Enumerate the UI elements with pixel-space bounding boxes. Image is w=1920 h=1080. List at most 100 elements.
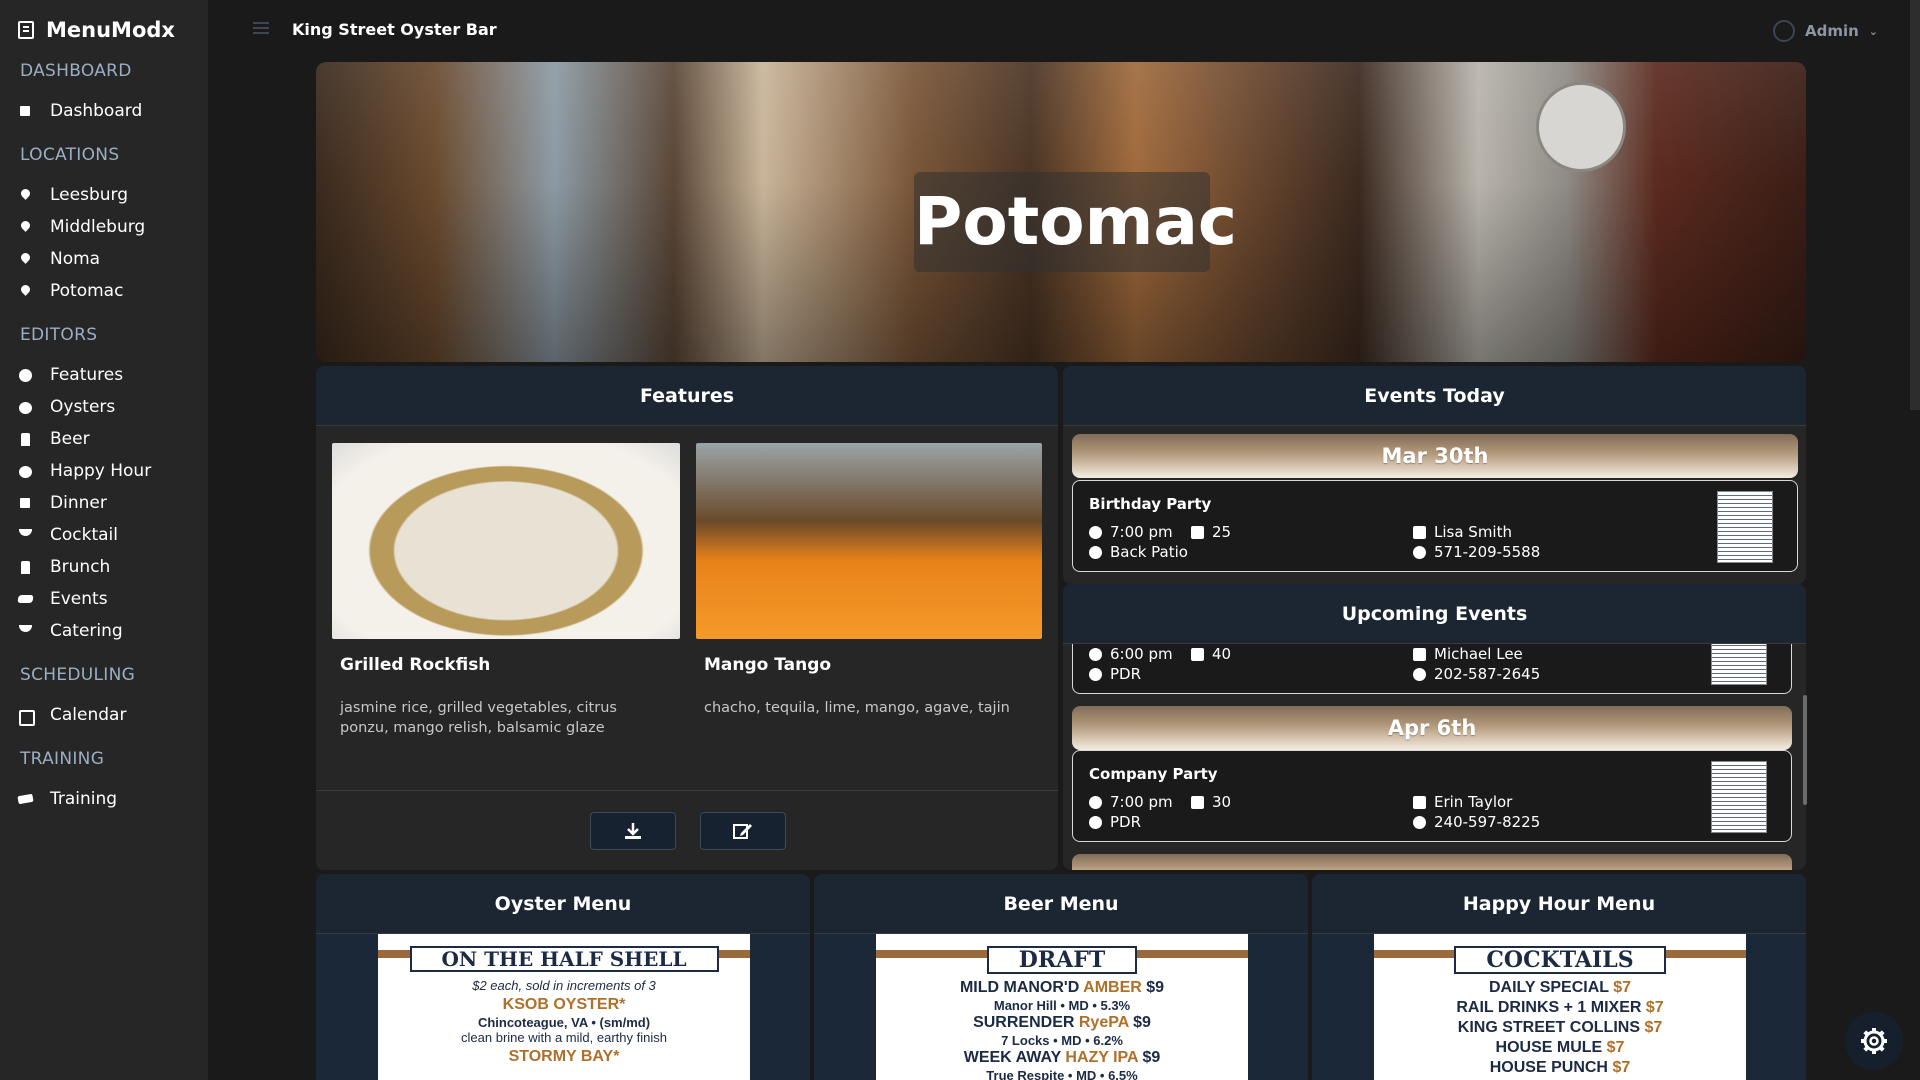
oyster-icon: [17, 399, 34, 416]
section-dashboard: DASHBOARD: [20, 61, 132, 81]
event-name: Birthday Party: [1089, 495, 1212, 513]
event-guests: 30: [1212, 793, 1232, 811]
users-icon: [1191, 647, 1204, 661]
sidebar-item-label: Cocktail: [50, 525, 118, 545]
beer-menu-document: DRAFT MILD MANOR'D AMBER $9 Manor Hill •…: [876, 934, 1248, 1080]
page-scrollbar[interactable]: [1910, 0, 1920, 410]
sidebar-item-label: Training: [50, 789, 118, 809]
sidebar-item-label: Potomac: [50, 281, 124, 301]
event-menu-thumbnail[interactable]: [1711, 761, 1767, 833]
brand[interactable]: MenuModx: [18, 16, 175, 44]
event-time: 7:00 pm: [1110, 793, 1173, 811]
catering-icon: [17, 623, 34, 640]
contact-icon: [1413, 525, 1426, 539]
cocktail-icon: [17, 527, 34, 544]
map-pin-icon: [17, 187, 34, 204]
feature-name: Grilled Rockfish: [340, 655, 491, 675]
beer-menu-preview[interactable]: DRAFT MILD MANOR'D AMBER $9 Manor Hill •…: [814, 934, 1308, 1080]
dashboard-icon: [17, 103, 34, 120]
phone-icon: [1413, 815, 1426, 829]
sidebar-item-brunch[interactable]: Brunch: [17, 554, 110, 580]
event-date-band-partial: [1072, 854, 1792, 870]
section-editors: EDITORS: [20, 325, 98, 345]
event-date-band: Apr 6th: [1072, 706, 1792, 750]
sidebar-item-oysters[interactable]: Oysters: [17, 394, 115, 420]
feature-image-mango-tango: [696, 443, 1042, 639]
menu-line: Manor Hill • MD • 5.3%: [993, 998, 1131, 1013]
sidebar-item-events[interactable]: Events: [17, 586, 108, 612]
event-card[interactable]: Birthday Party 7:00 pm 25 Back Patio Lis…: [1072, 480, 1798, 572]
brunch-icon: [17, 559, 34, 576]
edit-icon: [733, 824, 752, 839]
menu-line: HOUSE PUNCH $7: [1489, 1059, 1631, 1076]
beer-menu-panel: Beer Menu DRAFT MILD MANOR'D AMBER $9 Ma…: [814, 874, 1308, 1080]
upcoming-events-header: Upcoming Events: [1063, 584, 1806, 644]
event-menu-thumbnail[interactable]: [1711, 644, 1767, 685]
sidebar-item-middleburg[interactable]: Middleburg: [17, 214, 145, 240]
menu-line: KSOB OYSTER*: [502, 996, 626, 1013]
feature-description: chacho, tequila, lime, mango, agave, taj…: [704, 700, 1010, 716]
event-location: PDR: [1110, 665, 1142, 683]
upcoming-events-scroll[interactable]: 6:00 pm 40 PDR Michael Lee 202-587-2645 …: [1066, 644, 1802, 870]
sidebar-item-calendar[interactable]: Calendar: [17, 702, 126, 728]
sidebar-item-potomac[interactable]: Potomac: [17, 278, 123, 304]
event-menu-thumbnail[interactable]: [1717, 491, 1773, 563]
menu-line: DAILY SPECIAL $7: [1489, 979, 1631, 996]
sidebar-item-happy-hour[interactable]: Happy Hour: [17, 458, 151, 484]
menu-line: RAIL DRINKS + 1 MIXER $7: [1456, 999, 1664, 1016]
feature-description: jasmine rice, grilled vegetables, citrus…: [340, 700, 617, 736]
features-footer: [316, 790, 1058, 870]
sidebar-item-label: Happy Hour: [50, 461, 152, 481]
upcoming-scrollbar-thumb[interactable]: [1803, 695, 1807, 805]
download-button[interactable]: [590, 812, 676, 850]
event-time: 7:00 pm: [1110, 523, 1173, 541]
sidebar-item-label: Brunch: [50, 557, 111, 577]
sidebar-item-training[interactable]: Training: [17, 786, 117, 812]
oyster-menu-header: Oyster Menu: [316, 874, 810, 934]
users-icon: [1191, 795, 1204, 809]
restaurant-title: King Street Oyster Bar: [292, 20, 497, 39]
clock-icon: [1089, 525, 1102, 539]
sidebar-item-label: Catering: [50, 621, 123, 641]
hamburger-menu-icon[interactable]: [253, 22, 269, 34]
smile-icon: [17, 463, 34, 480]
sidebar-item-label: Middleburg: [50, 217, 146, 237]
sidebar-item-beer[interactable]: Beer: [17, 426, 90, 452]
compass-seal-decoration: [1536, 82, 1626, 172]
sidebar-item-cocktail[interactable]: Cocktail: [17, 522, 118, 548]
phone-icon: [1413, 545, 1426, 559]
sidebar-item-noma[interactable]: Noma: [17, 246, 100, 272]
menu-line: MILD MANOR'D AMBER $9: [959, 979, 1165, 996]
event-date-band: Mar 30th: [1072, 434, 1798, 478]
download-icon: [625, 823, 641, 839]
oyster-menu-preview[interactable]: ON THE HALF SHELL $2 each, sold in incre…: [316, 934, 810, 1080]
event-guests: 25: [1212, 523, 1232, 541]
features-header: Features: [316, 366, 1058, 426]
sidebar-item-dinner[interactable]: Dinner: [17, 490, 107, 516]
sidebar-item-label: Leesburg: [50, 185, 128, 205]
user-name: Admin: [1804, 22, 1859, 40]
sidebar-item-dashboard[interactable]: Dashboard: [17, 98, 142, 124]
happy-hour-menu-preview[interactable]: COCKTAILS DAILY SPECIAL $7 RAIL DRINKS +…: [1312, 934, 1806, 1080]
event-card[interactable]: 6:00 pm 40 PDR Michael Lee 202-587-2645: [1072, 644, 1792, 694]
sidebar-item-catering[interactable]: Catering: [17, 618, 123, 644]
map-pin-icon: [1089, 667, 1102, 681]
event-card[interactable]: Company Party 7:00 pm 30 PDR Erin Taylor…: [1072, 750, 1792, 842]
chevron-down-icon: ⌄: [1868, 24, 1878, 38]
beer-menu-header: Beer Menu: [814, 874, 1308, 934]
happy-hour-menu-header: Happy Hour Menu: [1312, 874, 1806, 934]
menu-line: True Respite • MD • 6.5%: [986, 1068, 1138, 1080]
sidebar-item-features[interactable]: Features: [17, 362, 123, 388]
section-training: TRAINING: [20, 749, 105, 769]
menu-line: clean brine with a mild, earthy finish: [461, 1030, 667, 1045]
feature-image-grilled-rockfish: [332, 443, 680, 639]
event-contact: Lisa Smith: [1434, 523, 1512, 541]
user-menu[interactable]: Admin ⌄: [1772, 20, 1878, 42]
section-scheduling: SCHEDULING: [20, 665, 136, 685]
menu-line: SURRENDER RyePA $9: [973, 1014, 1151, 1031]
sidebar-item-leesburg[interactable]: Leesburg: [17, 182, 128, 208]
sidebar: MenuModx DASHBOARD Dashboard LOCATIONS L…: [0, 0, 208, 1080]
settings-button[interactable]: [1845, 1012, 1903, 1070]
edit-button[interactable]: [700, 812, 786, 850]
sidebar-item-label: Calendar: [50, 705, 127, 725]
